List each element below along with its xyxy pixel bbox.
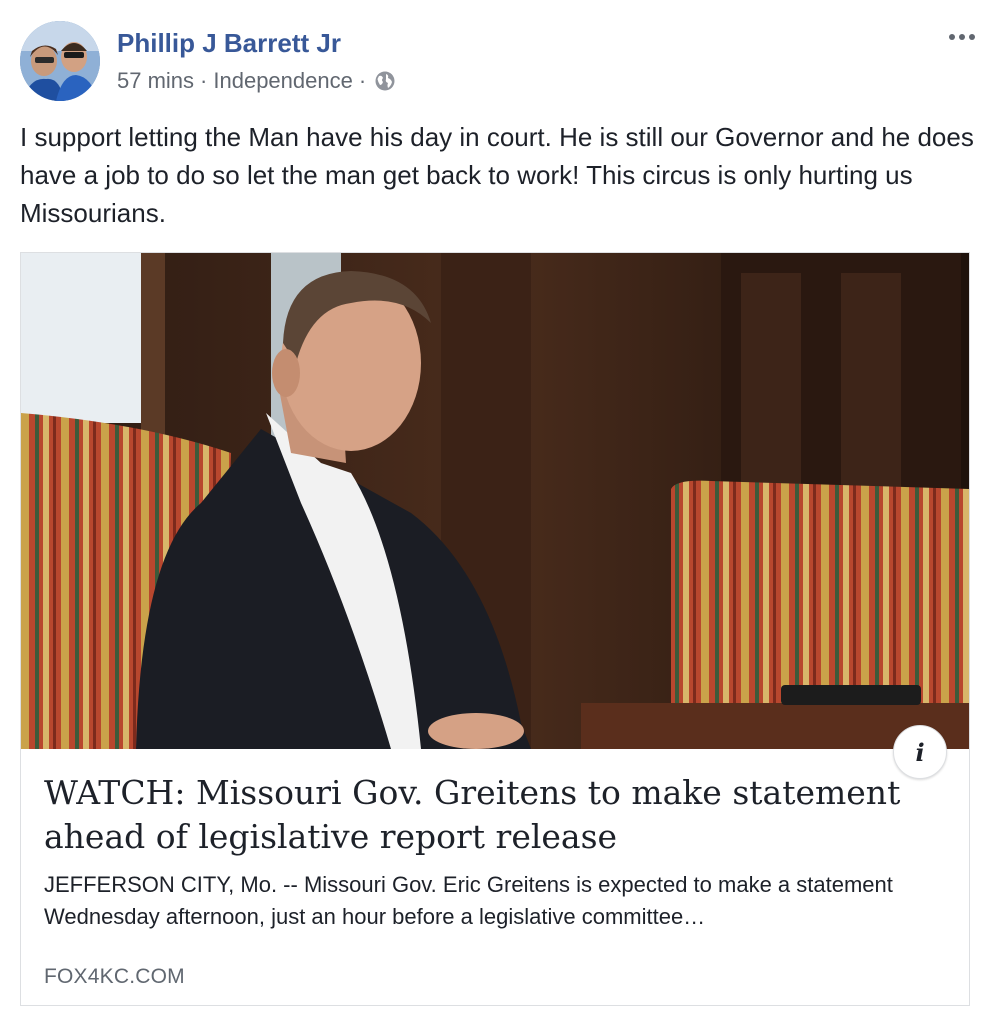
- post-meta: 57 mins · Independence ·: [117, 68, 396, 94]
- post-location[interactable]: Independence: [213, 68, 352, 94]
- facebook-post: Phillip J Barrett Jr 57 mins · Independe…: [0, 0, 994, 1024]
- separator: ·: [358, 68, 367, 93]
- avatar-photo: [20, 21, 100, 101]
- author-name[interactable]: Phillip J Barrett Jr: [117, 28, 341, 59]
- avatar[interactable]: [20, 21, 100, 101]
- link-preview-card[interactable]: i WATCH: Missouri Gov. Greitens to make …: [20, 252, 970, 1006]
- link-domain: FOX4KC.COM: [44, 965, 185, 988]
- separator: ·: [200, 68, 208, 93]
- link-description: JEFFERSON CITY, Mo. -- Missouri Gov. Eri…: [44, 872, 893, 929]
- post-time[interactable]: 57 mins: [117, 68, 194, 94]
- post-text: I support letting the Man have his day i…: [20, 122, 974, 228]
- more-options-icon[interactable]: [944, 22, 980, 52]
- link-headline[interactable]: WATCH: Missouri Gov. Greitens to make st…: [44, 771, 924, 859]
- globe-icon[interactable]: [374, 70, 396, 92]
- link-preview-image[interactable]: [21, 253, 969, 749]
